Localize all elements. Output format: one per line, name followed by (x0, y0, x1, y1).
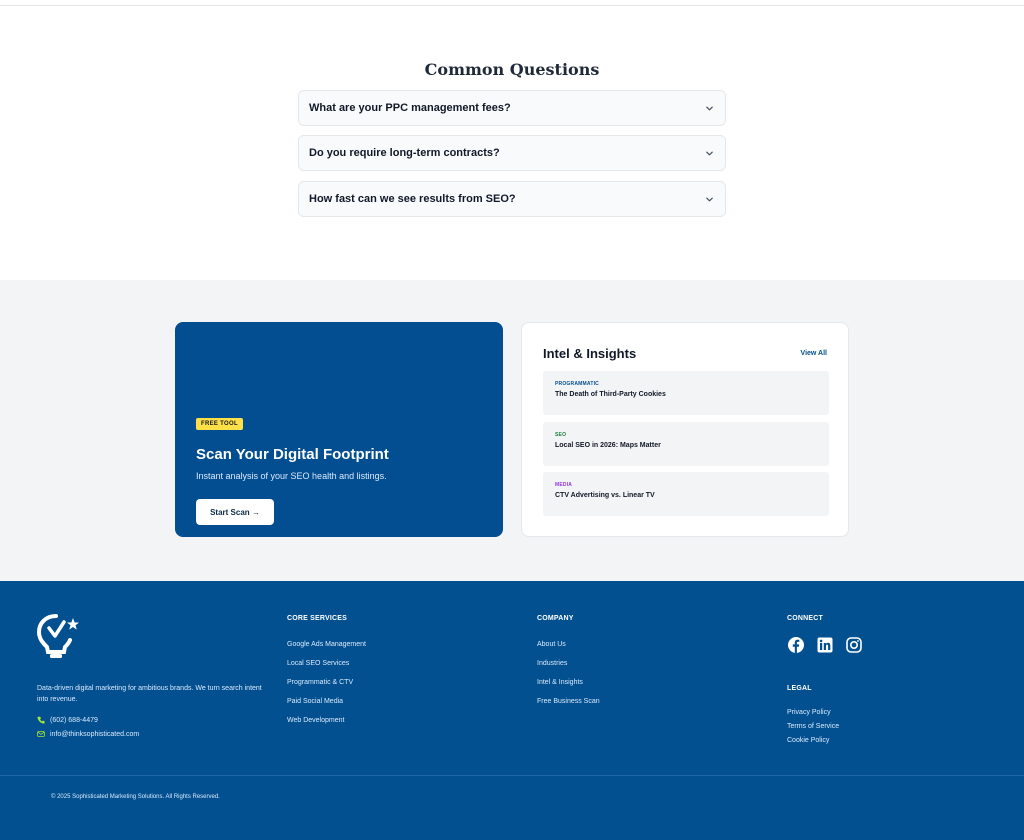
chevron-down-icon (703, 102, 715, 114)
footer-link-free-scan[interactable]: Free Business Scan (537, 698, 600, 705)
faq-title: Common Questions (424, 60, 600, 79)
footer-link-web-dev[interactable]: Web Development (287, 717, 344, 724)
email-address: info@thinksophisticated.com (50, 730, 140, 738)
chevron-down-icon (703, 193, 715, 205)
post-title: CTV Advertising vs. Linear TV (555, 492, 655, 499)
email-contact[interactable]: info@thinksophisticated.com (37, 730, 139, 738)
footer-description: Data-driven digital marketing for ambiti… (37, 685, 262, 703)
phone-contact[interactable]: (602) 688-4479 (37, 716, 98, 724)
post-category: MEDIA (555, 482, 573, 488)
company-heading: COMPANY (537, 615, 574, 622)
post-title: Local SEO in 2026: Maps Matter (555, 442, 661, 449)
chevron-down-icon (703, 147, 715, 159)
post-category: PROGRAMMATIC (555, 381, 599, 387)
post-category: SEO (555, 432, 567, 438)
post-title: The Death of Third-Party Cookies (555, 391, 666, 398)
insight-post[interactable]: MEDIA CTV Advertising vs. Linear TV (543, 472, 829, 516)
view-all-link[interactable]: View All (801, 350, 827, 357)
footer-link-insights[interactable]: Intel & Insights (537, 679, 583, 686)
footer: Data-driven digital marketing for ambiti… (0, 581, 1024, 840)
connect-heading: CONNECT (787, 615, 824, 622)
footer-link-programmatic[interactable]: Programmatic & CTV (287, 679, 353, 686)
insight-post[interactable]: SEO Local SEO in 2026: Maps Matter (543, 422, 829, 466)
footer-link-terms[interactable]: Terms of Service (787, 723, 839, 730)
cta-insights-section: FREE TOOL Scan Your Digital Footprint In… (0, 280, 1024, 581)
linkedin-icon[interactable] (817, 637, 833, 653)
intel-title: Intel & Insights (543, 346, 637, 361)
start-scan-button[interactable]: Start Scan → (196, 499, 274, 525)
envelope-icon (37, 731, 45, 737)
faq-item[interactable]: How fast can we see results from SEO? (298, 181, 726, 217)
footer-link-privacy[interactable]: Privacy Policy (787, 709, 831, 716)
faq-item[interactable]: What are your PPC management fees? (298, 90, 726, 126)
insight-post[interactable]: PROGRAMMATIC The Death of Third-Party Co… (543, 371, 829, 415)
faq-question: How fast can we see results from SEO? (309, 193, 516, 205)
core-services-heading: CORE SERVICES (287, 615, 348, 622)
intel-card: Intel & Insights View All PROGRAMMATIC T… (521, 322, 849, 537)
lightbulb-logo-icon[interactable] (36, 612, 81, 662)
phone-number: (602) 688-4479 (50, 716, 98, 724)
footer-link-local-seo[interactable]: Local SEO Services (287, 660, 349, 667)
footer-link-industries[interactable]: Industries (537, 660, 567, 667)
footer-link-about[interactable]: About Us (537, 641, 566, 648)
free-tool-badge: FREE TOOL (196, 418, 243, 430)
footer-divider (0, 775, 1024, 776)
instagram-icon[interactable] (846, 637, 862, 653)
faq-question: Do you require long-term contracts? (309, 147, 500, 159)
scan-title: Scan Your Digital Footprint (196, 446, 389, 463)
footer-link-cookies[interactable]: Cookie Policy (787, 737, 829, 744)
footer-link-google-ads[interactable]: Google Ads Management (287, 641, 366, 648)
facebook-icon[interactable] (788, 637, 804, 653)
faq-item[interactable]: Do you require long-term contracts? (298, 135, 726, 171)
faq-section: Common Questions What are your PPC manag… (0, 6, 1024, 280)
footer-link-paid-social[interactable]: Paid Social Media (287, 698, 343, 705)
faq-question: What are your PPC management fees? (309, 102, 511, 114)
scan-subtitle: Instant analysis of your SEO health and … (196, 471, 387, 481)
copyright-text: © 2025 Sophisticated Marketing Solutions… (51, 794, 220, 800)
phone-icon (37, 716, 45, 724)
legal-heading: LEGAL (787, 685, 812, 692)
scan-card: FREE TOOL Scan Your Digital Footprint In… (175, 322, 503, 537)
